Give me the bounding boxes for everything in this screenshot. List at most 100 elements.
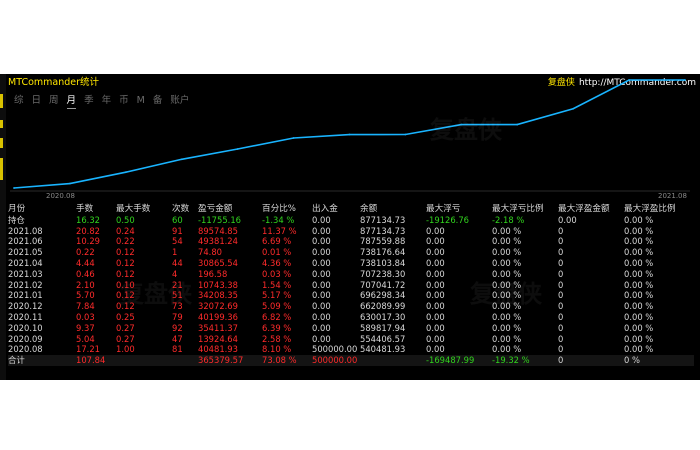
stats-panel: MTCommander统计 复盘侠 http://MTCommander.com …: [0, 74, 700, 380]
table-cell: 0.27: [116, 333, 135, 344]
table-row[interactable]: 2021.08 20.82 0.24 91 89574.85 11.37 % 0.00 877…: [8, 226, 694, 237]
total-row: 合计 107.84 365379.57 73.08 % 500000.00 -169487…: [8, 355, 694, 366]
tab-4[interactable]: 季: [84, 94, 94, 108]
period-tabs: 综日周月季年币 M 备账户: [14, 94, 197, 109]
table-cell: 81: [172, 344, 183, 355]
column-header: 出入金: [312, 204, 338, 214]
column-header: 次数: [172, 204, 190, 214]
table-cell: 30865.54: [198, 257, 238, 268]
table-cell: 5.17 %: [262, 290, 292, 301]
table-cell: 0.00 %: [492, 279, 522, 290]
x-tick-label: 2020.08: [46, 192, 75, 200]
table-header-row: 月份 手数 最大手数 次数 盈亏金额 百分比% 出入金 余额 最大浮亏 最大浮亏比例 最大浮盈金额 最…: [8, 204, 694, 215]
table-cell: 0: [558, 344, 564, 355]
table-cell: 1.54 %: [262, 279, 292, 290]
tab-8[interactable]: 备: [153, 94, 163, 108]
table-cell: 2021.02: [8, 279, 43, 290]
table-cell: 0.00: [312, 333, 331, 344]
watermark: 复盘侠: [430, 116, 502, 144]
table-cell: 0.00 %: [624, 257, 654, 268]
table-cell: 2021.06: [8, 236, 43, 247]
table-cell: 0 %: [624, 355, 640, 366]
window-title: MTCommander统计: [8, 77, 100, 88]
table-cell: 787559.88: [360, 236, 406, 247]
table-row[interactable]: 2021.04 4.44 0.12 44 30865.54 4.36 % 0.00 73810…: [8, 258, 694, 269]
table-cell: -169487.99: [426, 355, 475, 366]
tab-9[interactable]: 账户: [170, 94, 189, 108]
table-row[interactable]: 2020.09 5.04 0.27 47 13924.64 2.58 % 0.00 55440…: [8, 334, 694, 345]
table-cell: 0: [558, 257, 564, 268]
table-cell: 0.00: [312, 279, 331, 290]
tab-7[interactable]: M: [137, 94, 145, 108]
column-header: 余额: [360, 204, 378, 214]
table-cell: 0.00 %: [492, 333, 522, 344]
table-cell: 662089.99: [360, 301, 406, 312]
table-cell: 0: [558, 290, 564, 301]
table-row[interactable]: 2021.03 0.46 0.12 4 196.58 0.03 % 0.00 707238.3…: [8, 269, 694, 280]
table-cell: 0.00: [426, 236, 445, 247]
table-cell: 0.00 %: [492, 311, 522, 322]
table-cell: 5.09 %: [262, 301, 292, 312]
equity-point: [348, 133, 351, 136]
table-cell: -2.18 %: [492, 214, 525, 225]
table-row[interactable]: 2020.08 17.21 1.00 81 40481.93 8.10 % 500000.0…: [8, 344, 694, 355]
tab-0[interactable]: 综: [14, 94, 24, 108]
table-cell: 0.24: [116, 225, 135, 236]
table-cell: 0.12: [116, 290, 135, 301]
table-row[interactable]: 2021.05 0.22 0.12 1 74.80 0.01 % 0.00 738176.64…: [8, 247, 694, 258]
table-cell: 0.00 %: [492, 247, 522, 258]
table-cell: 2021.05: [8, 247, 43, 258]
table-cell: 2.58 %: [262, 333, 292, 344]
tab-5[interactable]: 年: [102, 94, 112, 108]
table-cell: 0.00: [312, 311, 331, 322]
table-row[interactable]: 2021.06 10.29 0.22 54 49381.24 6.69 % 0.00 7875…: [8, 236, 694, 247]
table-cell: 2021.04: [8, 257, 43, 268]
table-cell: 2021.03: [8, 268, 43, 279]
table-cell: 0.00: [312, 322, 331, 333]
table-cell: 500000.00: [312, 355, 358, 366]
x-tick-label: 2021.08: [658, 192, 687, 200]
table-cell: 0.00: [426, 279, 445, 290]
column-header: 百分比%: [262, 204, 296, 214]
stats-table: 月份 手数 最大手数 次数 盈亏金额 百分比% 出入金 余额 最大浮亏 最大浮亏比例 最大浮盈金额 最…: [8, 204, 694, 366]
table-cell: -1.34 %: [262, 214, 295, 225]
table-cell: 0: [558, 301, 564, 312]
table-cell: 1.00: [116, 344, 135, 355]
table-cell: 0.00: [426, 247, 445, 258]
table-cell: 5.04: [76, 333, 95, 344]
table-cell: 0.00: [426, 333, 445, 344]
table-cell: 0.00 %: [624, 247, 654, 258]
table-cell: 0.00: [426, 225, 445, 236]
table-cell: 4.36 %: [262, 257, 292, 268]
table-cell: 44: [172, 257, 183, 268]
left-edge-strip: [0, 74, 6, 380]
table-row[interactable]: 2021.02 2.10 0.10 21 10743.38 1.54 % 0.00 70704…: [8, 280, 694, 291]
table-cell: 0.00: [312, 225, 331, 236]
table-cell: 540481.93: [360, 344, 406, 355]
equity-point: [292, 137, 295, 139]
table-cell: 0.00 %: [624, 344, 654, 355]
equity-point: [236, 148, 239, 150]
table-row[interactable]: 2020.10 9.37 0.27 92 35411.37 6.39 % 0.00 58981…: [8, 323, 694, 334]
holding-row: 持仓 16.32 0.50 60 -11755.16 -1.34 % 0.00 877134.…: [8, 215, 694, 226]
table-row[interactable]: 2020.11 0.03 0.25 79 40199.36 6.82 % 0.00 63001…: [8, 312, 694, 323]
table-row[interactable]: 2021.01 5.70 0.12 51 34208.35 5.17 % 0.00 69629…: [8, 290, 694, 301]
equity-point: [404, 133, 407, 136]
table-cell: 707238.30: [360, 268, 406, 279]
brand-name: 复盘侠: [547, 78, 575, 88]
table-row[interactable]: 2020.12 7.84 0.12 73 32072.69 5.09 % 0.00 66208…: [8, 301, 694, 312]
title-bar: MTCommander统计 复盘侠 http://MTCommander.com: [6, 76, 698, 90]
table-cell: 0.50: [116, 214, 135, 225]
table-cell: 0.00 %: [492, 236, 522, 247]
column-header: 最大浮盈金额: [558, 204, 610, 214]
table-cell: 20.82: [76, 225, 100, 236]
tab-2[interactable]: 周: [49, 94, 59, 108]
table-cell: 47: [172, 333, 183, 344]
brand-link[interactable]: 复盘侠 http://MTCommander.com: [548, 76, 696, 90]
tab-1[interactable]: 日: [32, 94, 42, 108]
table-cell: 0.00: [312, 268, 331, 279]
tab-3[interactable]: 月: [66, 94, 77, 109]
table-cell: 2020.11: [8, 311, 43, 322]
table-cell: 0.00 %: [624, 333, 654, 344]
tab-6[interactable]: 币: [119, 94, 129, 108]
